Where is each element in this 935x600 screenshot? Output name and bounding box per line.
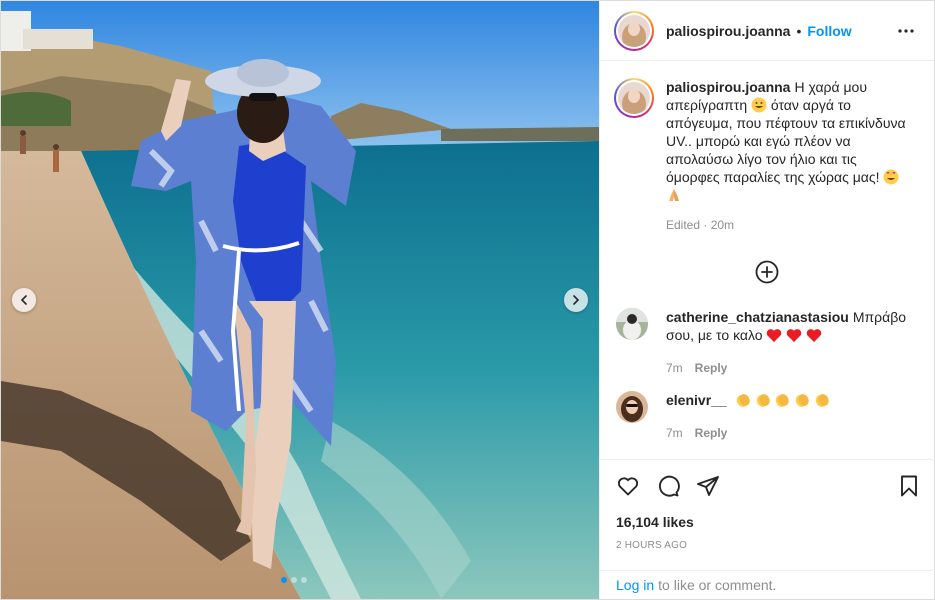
post-photo[interactable] xyxy=(1,1,599,599)
red-heart-icon xyxy=(767,329,782,342)
comment-meta: 7m Reply xyxy=(666,426,909,440)
comments-section[interactable]: paliospirou.joanna Η χαρά μου απερίγραπτη… xyxy=(600,62,935,459)
chevron-right-icon xyxy=(573,295,580,305)
caption-meta: Edited · 20m xyxy=(666,218,735,232)
red-heart-icon xyxy=(787,329,802,342)
more-options-icon xyxy=(898,28,914,33)
comment-text: elenivr__ xyxy=(666,391,909,412)
post-header: paliospirou.joanna • Follow xyxy=(600,1,934,61)
post-sidebar: paliospirou.joanna • Follow paliospirou.… xyxy=(599,1,935,599)
login-prompt: Log in to like or comment. xyxy=(600,570,935,599)
login-link[interactable]: Log in xyxy=(616,577,654,593)
carousel-next-button[interactable] xyxy=(564,288,588,312)
comment-meta: 7m Reply xyxy=(666,361,909,375)
red-heart-icon xyxy=(806,329,822,342)
clapping-hands-icon xyxy=(815,394,829,407)
save-button[interactable] xyxy=(897,474,921,498)
plus-circle-icon xyxy=(755,260,778,284)
comment-username[interactable]: catherine_chatzianastasiou xyxy=(666,309,849,325)
reply-button[interactable]: Reply xyxy=(695,361,728,375)
like-button[interactable] xyxy=(616,474,640,498)
caption-text: paliospirou.joanna Η χαρά μου απερίγραπτη… xyxy=(666,78,909,204)
comment-time: 7m xyxy=(666,426,683,440)
grinning-face-icon xyxy=(751,97,767,113)
edited-label: Edited xyxy=(666,218,701,232)
folded-hands-icon xyxy=(669,189,679,201)
author-username[interactable]: paliospirou.joanna xyxy=(666,23,790,39)
comment-bubble-icon xyxy=(658,475,680,497)
more-options-button[interactable] xyxy=(894,19,918,43)
author-avatar-image xyxy=(618,14,650,47)
comment-button[interactable] xyxy=(656,474,680,498)
reply-button[interactable]: Reply xyxy=(695,426,728,440)
comment-text: catherine_chatzianastasiou Μπράβο σου, με… xyxy=(666,308,909,347)
share-button[interactable] xyxy=(696,474,720,498)
clapping-hands-icon xyxy=(756,394,770,407)
author-avatar[interactable] xyxy=(614,10,654,51)
bookmark-icon xyxy=(901,475,917,497)
caption-avatar-image xyxy=(618,82,650,114)
separator-bullet: • xyxy=(796,22,802,39)
comment-item: elenivr__ 7m Reply xyxy=(614,391,919,440)
commenter-avatar[interactable] xyxy=(616,391,648,423)
carousel-indicator xyxy=(281,577,307,583)
action-bar xyxy=(600,460,935,512)
commenter-avatar[interactable] xyxy=(616,308,648,340)
likes-count[interactable]: 16,104 likes xyxy=(600,514,935,530)
load-more-comments-button[interactable] xyxy=(614,252,919,292)
commenter-avatar-image xyxy=(616,391,648,423)
emoji-row xyxy=(735,392,831,412)
commenter-avatar-image xyxy=(616,308,648,340)
carousel-dot xyxy=(281,577,287,583)
beach-photo xyxy=(1,1,599,599)
caption-username[interactable]: paliospirou.joanna xyxy=(666,79,790,95)
heart-eyes-face-icon xyxy=(883,169,899,185)
post-timestamp: 2 HOURS AGO xyxy=(616,540,688,551)
clapping-hands-icon xyxy=(796,394,809,407)
carousel-dot xyxy=(301,577,307,583)
follow-button[interactable]: Follow xyxy=(807,23,851,39)
caption-time: 20m xyxy=(710,218,735,232)
emoji-row xyxy=(766,328,822,347)
carousel-dot xyxy=(291,577,297,583)
clapping-hands-icon xyxy=(776,394,790,407)
comment-item: catherine_chatzianastasiou Μπράβο σου, με… xyxy=(614,308,919,375)
clapping-hands-icon xyxy=(736,394,750,407)
post-actions-section: 16,104 likes 2 HOURS AGO Log in to like … xyxy=(600,459,935,599)
caption-avatar[interactable] xyxy=(614,78,654,118)
chevron-left-icon xyxy=(20,295,27,305)
post-modal: paliospirou.joanna • Follow paliospirou.… xyxy=(0,0,935,600)
carousel-prev-button[interactable] xyxy=(12,288,36,312)
comment-username[interactable]: elenivr__ xyxy=(666,392,727,408)
heart-outline-icon xyxy=(617,477,639,496)
post-caption: paliospirou.joanna Η χαρά μου απερίγραπτη… xyxy=(614,78,919,232)
login-suffix: to like or comment. xyxy=(658,577,777,593)
comment-time: 7m xyxy=(666,361,683,375)
paper-plane-icon xyxy=(697,476,719,496)
